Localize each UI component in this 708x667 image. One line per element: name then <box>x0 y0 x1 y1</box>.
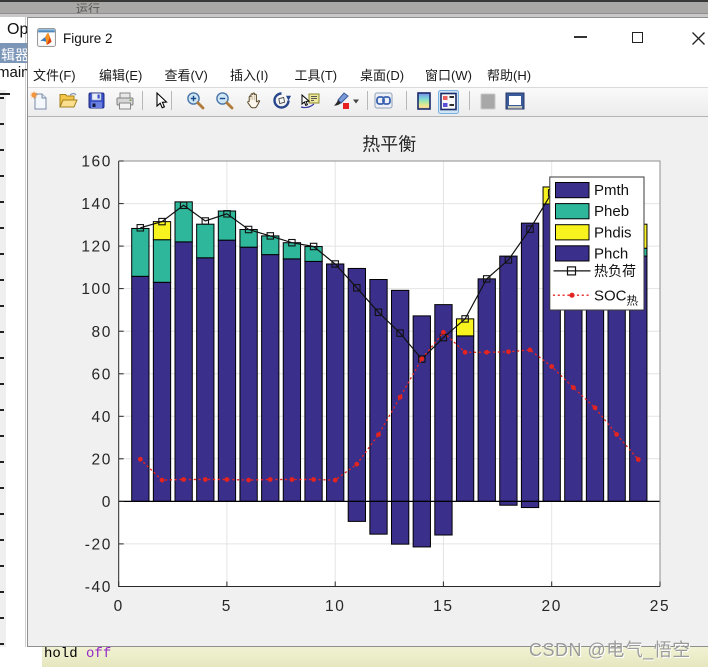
svg-text:100: 100 <box>81 281 112 298</box>
svg-text:热平衡: 热平衡 <box>362 135 416 155</box>
svg-text:Pmth: Pmth <box>594 182 629 199</box>
svg-text:0: 0 <box>114 598 124 615</box>
svg-text:140: 140 <box>81 196 112 213</box>
svg-text:80: 80 <box>92 324 112 341</box>
svg-text:120: 120 <box>81 239 112 256</box>
svg-text:5: 5 <box>222 598 232 615</box>
svg-text:-20: -20 <box>85 537 112 554</box>
svg-text:15: 15 <box>433 598 453 615</box>
svg-text:热负荷: 热负荷 <box>594 263 636 279</box>
svg-text:0: 0 <box>102 494 112 511</box>
svg-text:20: 20 <box>92 451 112 468</box>
svg-text:-40: -40 <box>85 579 112 596</box>
svg-text:40: 40 <box>92 409 112 426</box>
svg-text:Phch: Phch <box>594 245 628 262</box>
svg-text:160: 160 <box>81 154 112 171</box>
svg-text:10: 10 <box>325 598 345 615</box>
svg-text:Pheb: Pheb <box>594 203 629 220</box>
svg-text:20: 20 <box>541 598 561 615</box>
svg-text:60: 60 <box>92 366 112 383</box>
svg-text:Phdis: Phdis <box>594 224 632 241</box>
svg-text:25: 25 <box>650 598 670 615</box>
